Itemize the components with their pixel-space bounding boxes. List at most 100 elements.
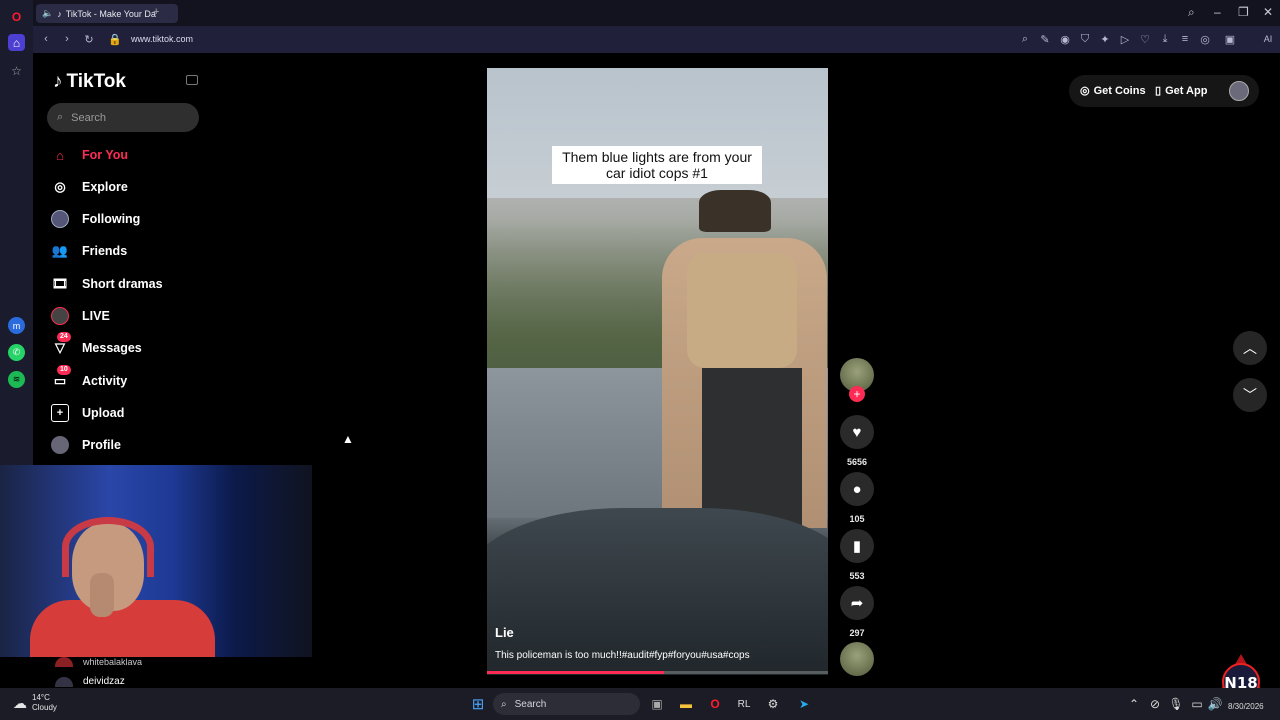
task-view-icon[interactable]: ▣ xyxy=(648,695,666,713)
back-icon[interactable]: ‹ xyxy=(39,32,53,46)
tiktok-favicon-icon: ♪ xyxy=(57,8,62,19)
chat-username: deividzaz xyxy=(83,676,125,687)
box-icon[interactable]: ▣ xyxy=(1223,32,1237,46)
tray-up-icon[interactable]: ⌃ xyxy=(1125,695,1143,713)
logo-text: TikTok xyxy=(66,71,126,92)
taskbar-search[interactable]: ⌕ Search xyxy=(493,693,640,715)
profile-icon[interactable]: ◎ xyxy=(1198,32,1212,46)
comment-icon[interactable]: ● xyxy=(840,472,874,506)
display-icon[interactable]: ▭ xyxy=(1188,695,1206,713)
live-avatar-icon xyxy=(51,307,69,325)
music-disc-button[interactable] xyxy=(840,642,874,676)
search-placeholder: Search xyxy=(71,111,107,124)
user-avatar[interactable] xyxy=(1229,81,1249,101)
extension-icon[interactable]: ✦ xyxy=(1098,32,1112,46)
save-action[interactable]: ▮ 553 xyxy=(840,529,874,581)
lock-icon: 🔒 xyxy=(108,33,122,46)
search-input[interactable]: ⌕ Search xyxy=(47,103,199,132)
comment-action[interactable]: ● 105 xyxy=(840,472,874,524)
activity-icon: ▭ 10 xyxy=(51,365,71,390)
nav-profile[interactable]: Profile xyxy=(51,433,121,457)
tiktok-logo[interactable]: ♪ TikTok xyxy=(53,71,126,93)
headset-icon xyxy=(62,517,154,577)
nav-short-dramas[interactable]: 🎞 Short dramas xyxy=(51,272,163,296)
video-title: Lie xyxy=(495,625,514,640)
get-app-button[interactable]: ▯ Get App xyxy=(1155,84,1208,98)
close-window-button[interactable]: ✕ xyxy=(1263,5,1273,19)
nav-upload[interactable]: + Upload xyxy=(51,401,124,425)
video-player[interactable]: Them blue lights are from your car idiot… xyxy=(487,68,828,675)
taskbar-search-label: Search xyxy=(514,698,547,710)
search-icon: ⌕ xyxy=(501,698,507,710)
url-text[interactable]: www.tiktok.com xyxy=(131,34,193,44)
search-page-icon[interactable]: ⌕ xyxy=(1018,32,1032,46)
nav-for-you[interactable]: ⌂ For You xyxy=(51,143,128,167)
video-description[interactable]: This policeman is too much!!#audit#fyp#f… xyxy=(495,650,750,661)
nav-live[interactable]: LIVE xyxy=(51,304,110,328)
play-icon[interactable]: ▷ xyxy=(1118,32,1132,46)
nav-activity[interactable]: ▭ 10 Activity xyxy=(51,365,127,393)
profile-avatar-icon xyxy=(51,436,69,454)
upload-icon: + xyxy=(51,404,69,422)
opera-taskbar-icon[interactable]: O xyxy=(706,695,724,713)
shield-icon[interactable]: ⛉ xyxy=(1078,32,1092,46)
heart-bookmark-icon[interactable]: ♡ xyxy=(1138,32,1152,46)
weather-widget[interactable]: ☁ 14°C Cloudy xyxy=(13,693,57,713)
creator-avatar-button[interactable]: + xyxy=(840,358,874,402)
ai-icon[interactable]: AI xyxy=(1257,32,1279,46)
taskbar-date[interactable]: 8/30/2026 xyxy=(1228,702,1264,711)
windows-start-icon[interactable]: ⊞ xyxy=(469,695,487,713)
minimize-button[interactable]: – xyxy=(1214,5,1221,19)
collapse-sidebar-icon[interactable] xyxy=(186,75,198,85)
new-tab-button[interactable]: + xyxy=(153,6,159,18)
spotify-icon[interactable]: ≋ xyxy=(8,371,25,388)
opera-logo-icon[interactable]: O xyxy=(8,8,25,25)
follow-plus-icon[interactable]: + xyxy=(849,386,865,402)
whatsapp-icon[interactable]: ✆ xyxy=(8,344,25,361)
share-count: 297 xyxy=(849,628,865,638)
share-icon[interactable]: ➦ xyxy=(840,586,874,620)
get-coins-button[interactable]: ◎ Get Coins xyxy=(1080,84,1146,98)
like-count: 5656 xyxy=(846,457,868,467)
microphone-icon[interactable]: 🎙 xyxy=(1167,695,1185,713)
share-action[interactable]: ➦ 297 xyxy=(840,586,874,638)
tab-title: TikTok - Make Your Da xyxy=(65,8,156,19)
home-icon: ⌂ xyxy=(56,147,64,163)
telegram-icon[interactable]: ➤ xyxy=(795,695,813,713)
volume-icon[interactable]: 🔊 xyxy=(1206,695,1224,713)
home-rail-icon[interactable]: ⌂ xyxy=(8,34,25,51)
nav-explore[interactable]: ◎ Explore xyxy=(51,175,128,199)
star-rail-icon[interactable]: ☆ xyxy=(8,62,25,79)
nav-messages[interactable]: ▽ 24 Messages xyxy=(51,332,142,360)
search-tabs-icon[interactable]: ⌕ xyxy=(1188,5,1195,20)
tab-bar: 🔈 ♪ TikTok - Make Your Da + ⌕ – ❐ ✕ xyxy=(33,0,1280,26)
like-action[interactable]: ♥ 5656 xyxy=(840,415,874,467)
download-icon[interactable]: ⤓ xyxy=(1158,32,1172,46)
video-officer-pants xyxy=(702,368,802,528)
forward-icon[interactable]: › xyxy=(60,32,74,46)
nav-following[interactable]: Following xyxy=(51,207,140,231)
heart-icon[interactable]: ♥ xyxy=(840,415,874,449)
get-app-label: Get App xyxy=(1165,84,1208,97)
app-rl-icon[interactable]: RL xyxy=(735,695,753,713)
maximize-button[interactable]: ❐ xyxy=(1238,5,1249,19)
bookmark-icon[interactable]: ▮ xyxy=(840,529,874,563)
camera-icon[interactable]: ◉ xyxy=(1058,32,1072,46)
network-off-icon[interactable]: ⊘ xyxy=(1146,695,1164,713)
app-gear-icon[interactable]: ⚙ xyxy=(764,695,782,713)
video-progress-fill xyxy=(487,671,665,674)
chat-avatar xyxy=(55,657,73,667)
edit-icon[interactable]: ✎ xyxy=(1038,32,1052,46)
video-officer-vest xyxy=(687,253,797,368)
reload-icon[interactable]: ↻ xyxy=(82,32,96,46)
next-video-button[interactable]: ﹀ xyxy=(1233,378,1267,412)
video-progress-bar[interactable] xyxy=(487,671,828,674)
nav-friends[interactable]: 👥 Friends xyxy=(51,239,127,263)
nav-label: Explore xyxy=(82,180,128,194)
file-explorer-icon[interactable]: ▬ xyxy=(677,695,695,713)
weather-condition: Cloudy xyxy=(32,703,57,712)
chat-avatar xyxy=(55,676,73,687)
previous-video-button[interactable]: ︿ xyxy=(1233,331,1267,365)
messenger-icon[interactable]: m xyxy=(8,317,25,334)
menu-icon[interactable]: ≡ xyxy=(1178,32,1192,46)
